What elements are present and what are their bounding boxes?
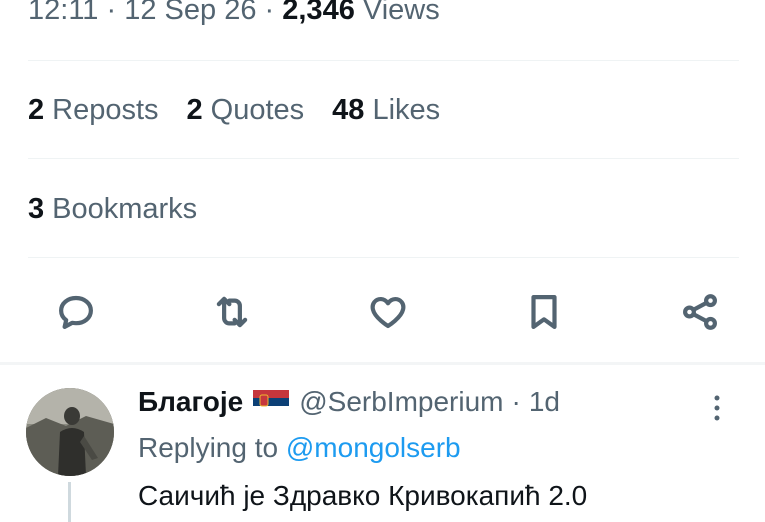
separator: ·: [511, 386, 521, 417]
reply-tweet[interactable]: Благоје @SerbImperium · 1d Replying to @…: [0, 368, 765, 522]
reposts-label: Reposts: [52, 94, 159, 126]
likes-label: Likes: [372, 94, 441, 126]
reposts-count: 2: [28, 94, 45, 126]
separator: ·: [106, 0, 117, 26]
separator: ·: [264, 0, 275, 26]
bookmarks-stat[interactable]: 3 Bookmarks: [28, 193, 197, 226]
views-count: 2,346: [282, 0, 355, 26]
more-options-icon[interactable]: [707, 388, 727, 428]
likes-count: 48: [332, 94, 365, 126]
views-label: Views: [362, 0, 440, 26]
reply-icon: [59, 295, 93, 329]
reposts-stat[interactable]: 2 Reposts: [28, 94, 159, 134]
reply-time[interactable]: 1d: [529, 386, 560, 418]
bookmarks-count: 3: [28, 193, 45, 225]
thread-line: [68, 482, 71, 522]
bookmark-icon: [531, 295, 557, 329]
like-icon: [370, 296, 406, 329]
avatar-photo: [26, 388, 114, 476]
action-bar: [52, 288, 724, 336]
divider: [28, 60, 739, 61]
reply-button[interactable]: [52, 288, 100, 336]
section-divider: [0, 362, 765, 365]
like-button[interactable]: [364, 288, 412, 336]
bookmarks-label: Bookmarks: [52, 193, 198, 225]
reply-header: Благоје @SerbImperium · 1d: [138, 386, 560, 418]
share-icon: [683, 294, 717, 330]
divider: [28, 257, 739, 258]
serbian-flag-icon: [253, 390, 290, 414]
avatar[interactable]: [26, 388, 114, 476]
quotes-stat[interactable]: 2 Quotes: [187, 94, 305, 134]
replying-prefix: Replying to: [138, 432, 279, 463]
display-name[interactable]: Благоје: [138, 386, 243, 418]
engagement-stats: 2 Reposts 2 Quotes 48 Likes: [28, 94, 440, 134]
quotes-label: Quotes: [210, 94, 305, 126]
likes-stat[interactable]: 48 Likes: [332, 94, 440, 134]
user-handle[interactable]: @SerbImperium: [299, 386, 503, 418]
divider: [28, 158, 739, 159]
share-button[interactable]: [676, 288, 724, 336]
bookmark-button[interactable]: [520, 288, 568, 336]
reply-text: Саичић је Здравко Кривокапић 2.0: [138, 480, 588, 511]
tweet-meta: 12:11 · 12 Sep 26 · 2,346 Views: [28, 0, 440, 34]
replying-to: Replying to @mongolserb: [138, 432, 461, 464]
quotes-count: 2: [186, 94, 203, 126]
replying-to-link[interactable]: @mongolserb: [286, 432, 461, 463]
repost-button[interactable]: [208, 288, 256, 336]
tweet-date[interactable]: 12 Sep 26: [124, 0, 256, 26]
tweet-time[interactable]: 12:11: [28, 0, 98, 26]
repost-icon: [216, 296, 248, 328]
